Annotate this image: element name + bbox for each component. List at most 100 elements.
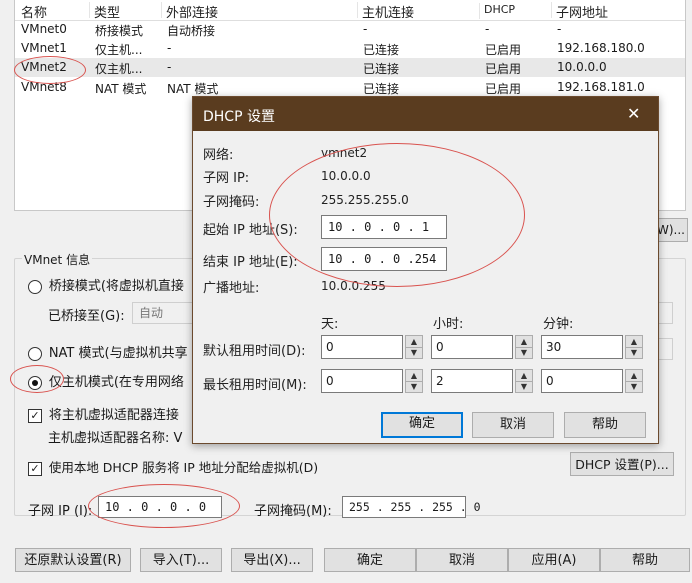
dialog-help-button[interactable]: 帮助 <box>564 412 646 438</box>
bridged-mode-label: 桥接模式(将虚拟机直接 <box>48 279 184 294</box>
col-subnet[interactable]: 子网地址 <box>551 2 608 21</box>
cell-subnet: 192.168.180.0 <box>557 41 645 55</box>
table-row-selected[interactable]: VMnet2 仅主机... - 已连接 已启用 10.0.0.0 <box>15 58 685 77</box>
col-host[interactable]: 主机连接 <box>357 2 414 21</box>
check-icon: ✓ <box>28 461 42 476</box>
apply-button[interactable]: 应用(A) <box>508 548 600 572</box>
cell-dhcp: 已启用 <box>485 43 522 57</box>
table-row[interactable]: VMnet0 桥接模式 自动桥接 - - - <box>15 20 685 39</box>
subnet-mask-value: 255.255.255.0 <box>321 193 409 207</box>
dialog-cancel-button[interactable]: 取消 <box>472 412 554 438</box>
default-lease-hour-stepper[interactable]: 0 ▲ ▼ <box>431 335 533 359</box>
col-external[interactable]: 外部连接 <box>161 2 218 21</box>
table-header: 名称 类型 外部连接 主机连接 DHCP 子网地址 <box>15 0 685 21</box>
nat-mode-radio[interactable]: NAT 模式(与虚拟机共享 <box>28 342 188 361</box>
bridged-to-label: 已桥接至(G): <box>48 309 125 324</box>
restore-defaults-button[interactable]: 还原默认设置(R) <box>15 548 131 572</box>
table-row[interactable]: VMnet1 仅主机... - 已连接 已启用 192.168.180.0 <box>15 39 685 58</box>
broadcast-label: 广播地址: <box>203 281 260 296</box>
help-button[interactable]: 帮助 <box>600 548 690 572</box>
col-name[interactable]: 名称 <box>21 2 47 21</box>
cell-host: - <box>363 22 368 36</box>
max-lease-minute-stepper[interactable]: 0 ▲ ▼ <box>541 369 643 393</box>
stepper-value[interactable]: 30 <box>541 335 623 359</box>
cell-name: VMnet8 <box>21 80 67 94</box>
dialog-titlebar[interactable]: DHCP 设置 ✕ <box>193 97 658 131</box>
dhcp-check-label: 使用本地 DHCP 服务将 IP 地址分配给虚拟机(D) <box>48 460 319 475</box>
dhcp-settings-button[interactable]: DHCP 设置(P)... <box>570 452 674 476</box>
arrow-down-icon[interactable]: ▼ <box>406 381 422 392</box>
default-lease-minute-stepper[interactable]: 30 ▲ ▼ <box>541 335 643 359</box>
arrow-down-icon[interactable]: ▼ <box>516 381 532 392</box>
arrow-down-icon[interactable]: ▼ <box>626 347 642 358</box>
stepper-arrows[interactable]: ▲ ▼ <box>515 335 533 359</box>
radio-circle-icon <box>28 279 42 294</box>
stepper-value[interactable]: 0 <box>431 335 513 359</box>
cell-name: VMnet0 <box>21 22 67 36</box>
arrow-down-icon[interactable]: ▼ <box>406 347 422 358</box>
cell-name: VMnet2 <box>21 60 67 74</box>
stepper-value[interactable]: 0 <box>541 369 623 393</box>
connect-adapter-label: 将主机虚拟适配器连接 <box>48 408 179 423</box>
cell-subnet: - <box>557 22 562 36</box>
subnet-ip-value: 10.0.0.0 <box>321 169 371 183</box>
subnet-ip-input[interactable]: 10 . 0 . 0 . 0 <box>98 496 222 518</box>
bridged-mode-radio[interactable]: 桥接模式(将虚拟机直接 <box>28 275 184 294</box>
col-type[interactable]: 类型 <box>89 2 120 21</box>
broadcast-value: 10.0.0.255 <box>321 279 386 293</box>
subnet-mask-input[interactable]: 255 . 255 . 255 . 0 <box>342 496 481 518</box>
end-ip-label: 结束 IP 地址(E): <box>203 255 298 270</box>
cell-host: 已连接 <box>363 62 400 76</box>
host-only-label: 仅主机模式(在专用网络 <box>48 375 184 390</box>
cell-dhcp: 已启用 <box>485 82 522 96</box>
arrow-down-icon[interactable]: ▼ <box>516 347 532 358</box>
subnet-mask-label: 子网掩码: <box>203 195 260 210</box>
arrow-down-icon[interactable]: ▼ <box>626 381 642 392</box>
radio-selected-icon <box>28 375 42 390</box>
connect-adapter-checkbox[interactable]: ✓ 将主机虚拟适配器连接 <box>28 404 179 423</box>
dhcp-settings-dialog: DHCP 设置 ✕ 网络: vmnet2 子网 IP: 10.0.0.0 子网掩… <box>192 96 659 444</box>
cancel-button[interactable]: 取消 <box>416 548 508 572</box>
cell-name: VMnet1 <box>21 41 67 55</box>
stepper-arrows[interactable]: ▲ ▼ <box>625 335 643 359</box>
default-lease-label: 默认租用时间(D): <box>203 344 306 359</box>
close-icon[interactable]: ✕ <box>627 104 640 123</box>
col-minute: 分钟: <box>543 317 574 332</box>
host-only-radio[interactable]: 仅主机模式(在专用网络 <box>28 371 184 390</box>
cell-external: - <box>167 41 172 55</box>
cell-type: NAT 模式 <box>95 82 147 96</box>
start-ip-input[interactable]: 10 . 0 . 0 . 1 <box>321 215 447 239</box>
default-lease-day-stepper[interactable]: 0 ▲ ▼ <box>321 335 423 359</box>
stepper-arrows[interactable]: ▲ ▼ <box>625 369 643 393</box>
col-day: 天: <box>321 317 339 332</box>
auto-settings-button[interactable] <box>657 302 673 324</box>
nat-settings-button[interactable] <box>657 338 673 360</box>
vmnet-info-title: VMnet 信息 <box>22 251 93 268</box>
ok-button[interactable]: 确定 <box>324 548 416 572</box>
col-dhcp[interactable]: DHCP <box>479 3 515 19</box>
max-lease-day-stepper[interactable]: 0 ▲ ▼ <box>321 369 423 393</box>
bridged-to-select[interactable]: 自动 <box>132 302 196 324</box>
max-lease-hour-stepper[interactable]: 2 ▲ ▼ <box>431 369 533 393</box>
cell-dhcp: - <box>485 22 490 36</box>
table-row[interactable]: VMnet8 NAT 模式 NAT 模式 已连接 已启用 192.168.181… <box>15 78 685 97</box>
col-hour: 小时: <box>433 317 464 332</box>
cell-host: 已连接 <box>363 43 400 57</box>
export-button[interactable]: 导出(X)... <box>231 548 313 572</box>
subnet-mask-label: 子网掩码(M): <box>254 504 332 519</box>
import-button[interactable]: 导入(T)... <box>140 548 222 572</box>
stepper-value[interactable]: 0 <box>321 369 403 393</box>
stepper-value[interactable]: 0 <box>321 335 403 359</box>
end-ip-input[interactable]: 10 . 0 . 0 .254 <box>321 247 447 271</box>
dialog-ok-button[interactable]: 确定 <box>381 412 463 438</box>
stepper-value[interactable]: 2 <box>431 369 513 393</box>
cell-external: NAT 模式 <box>167 82 219 96</box>
stepper-arrows[interactable]: ▲ ▼ <box>515 369 533 393</box>
stepper-arrows[interactable]: ▲ ▼ <box>405 369 423 393</box>
dhcp-checkbox[interactable]: ✓ 使用本地 DHCP 服务将 IP 地址分配给虚拟机(D) <box>28 457 318 476</box>
nat-mode-label: NAT 模式(与虚拟机共享 <box>48 346 188 361</box>
rename-network-button[interactable]: W)... <box>654 218 688 242</box>
stepper-arrows[interactable]: ▲ ▼ <box>405 335 423 359</box>
cell-subnet: 192.168.181.0 <box>557 80 645 94</box>
cell-dhcp: 已启用 <box>485 62 522 76</box>
